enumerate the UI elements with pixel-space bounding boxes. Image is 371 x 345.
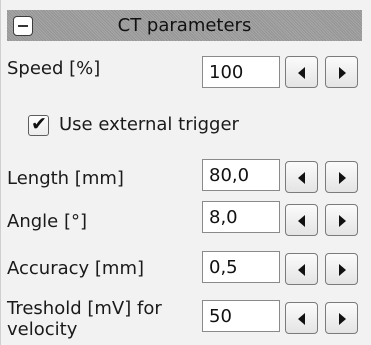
accuracy-input[interactable] <box>202 251 280 283</box>
length-decrement-button[interactable] <box>285 161 318 193</box>
external-trigger-label: Use external trigger <box>59 114 239 135</box>
arrow-right-icon <box>339 172 346 184</box>
length-increment-button[interactable] <box>325 161 358 193</box>
arrow-left-icon <box>298 172 305 184</box>
arrow-right-icon <box>339 313 346 325</box>
arrow-left-icon <box>298 264 305 276</box>
speed-input[interactable] <box>202 56 280 88</box>
angle-increment-button[interactable] <box>325 204 358 236</box>
checkmark-icon: ✔ <box>31 113 47 135</box>
ct-parameters-panel: CT parameters Speed [%] ✔ Use external t… <box>0 0 371 345</box>
arrow-right-icon <box>339 67 346 79</box>
length-input[interactable] <box>202 159 280 191</box>
accuracy-label: Accuracy [mm] <box>7 258 145 279</box>
collapse-button[interactable] <box>13 16 33 36</box>
arrow-right-icon <box>339 264 346 276</box>
panel-header[interactable]: CT parameters <box>7 10 362 41</box>
arrow-left-icon <box>298 67 305 79</box>
accuracy-increment-button[interactable] <box>325 253 358 285</box>
panel-title: CT parameters <box>117 15 252 36</box>
angle-input[interactable] <box>202 201 280 233</box>
arrow-right-icon <box>339 215 346 227</box>
speed-increment-button[interactable] <box>325 56 358 88</box>
accuracy-decrement-button[interactable] <box>285 253 318 285</box>
threshold-label: Treshold [mV] for velocity <box>7 298 162 340</box>
threshold-decrement-button[interactable] <box>285 302 318 334</box>
speed-label: Speed [%] <box>7 58 101 79</box>
threshold-input[interactable] <box>202 300 280 332</box>
length-label: Length [mm] <box>7 168 124 189</box>
angle-decrement-button[interactable] <box>285 204 318 236</box>
threshold-increment-button[interactable] <box>325 302 358 334</box>
minus-icon <box>18 25 28 27</box>
speed-decrement-button[interactable] <box>285 56 318 88</box>
arrow-left-icon <box>298 215 305 227</box>
external-trigger-checkbox[interactable]: ✔ <box>28 113 49 136</box>
arrow-left-icon <box>298 313 305 325</box>
angle-label: Angle [°] <box>7 211 87 232</box>
